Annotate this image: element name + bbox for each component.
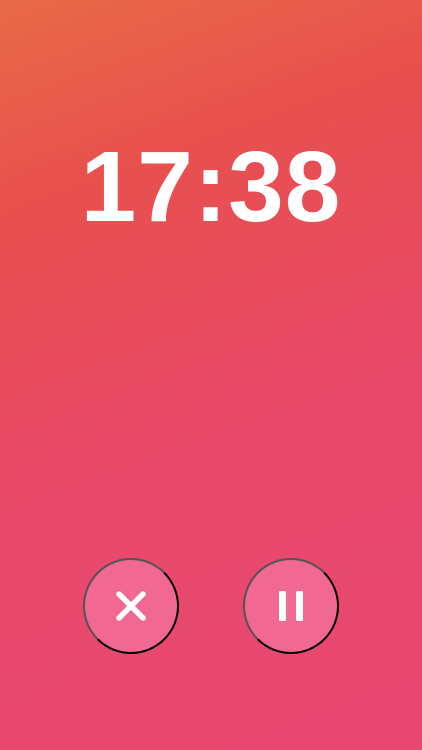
timer-screen: 17:38 bbox=[0, 0, 422, 750]
pause-icon bbox=[269, 584, 313, 628]
cancel-button[interactable] bbox=[83, 558, 179, 654]
timer-display: 17:38 bbox=[80, 131, 342, 243]
pause-button[interactable] bbox=[243, 558, 339, 654]
close-icon bbox=[109, 584, 153, 628]
